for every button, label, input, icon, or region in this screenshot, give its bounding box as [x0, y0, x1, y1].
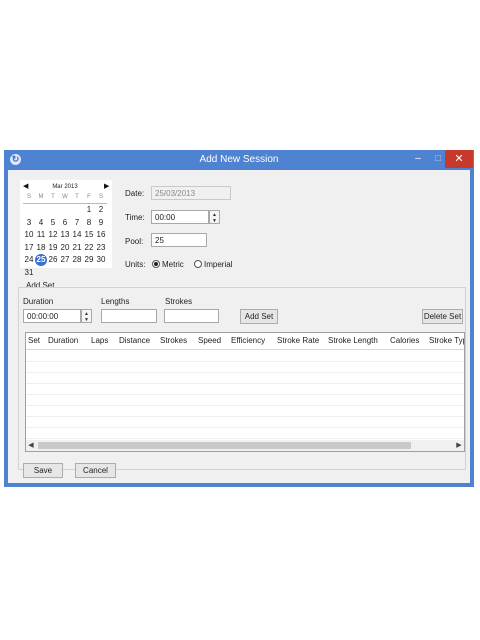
- calendar-day[interactable]: 30: [95, 254, 107, 266]
- pool-field[interactable]: 25: [151, 233, 207, 247]
- delete-set-button[interactable]: Delete Set: [422, 309, 463, 324]
- window-title: Add New Session: [199, 154, 279, 165]
- sets-table-header: Set Duration Laps Distance Strokes Speed Effic…: [26, 333, 464, 350]
- add-session-window: ↻ Add New Session – □ ✕ ◀ Mar 2013 ▶ S M T…: [4, 150, 474, 487]
- calendar-month-label[interactable]: Mar 2013: [45, 184, 85, 190]
- calendar-day[interactable]: 3: [23, 217, 35, 229]
- units-label: Units:: [125, 260, 146, 269]
- calendar-day[interactable]: 15: [83, 229, 95, 241]
- horizontal-scrollbar[interactable]: ◀ ▶: [26, 440, 464, 451]
- calendar-day[interactable]: 7: [71, 217, 83, 229]
- scrollbar-thumb[interactable]: [38, 442, 411, 449]
- calendar-day[interactable]: 14: [71, 229, 83, 241]
- metric-label[interactable]: Metric: [162, 260, 184, 269]
- calendar-weekday: T: [51, 194, 55, 200]
- calendar-day[interactable]: 20: [59, 242, 71, 254]
- calendar-day[interactable]: 16: [95, 229, 107, 241]
- close-button[interactable]: ✕: [445, 150, 473, 168]
- spin-down-icon[interactable]: ▼: [210, 218, 219, 224]
- calendar-day[interactable]: 21: [71, 242, 83, 254]
- add-set-button[interactable]: Add Set: [240, 309, 278, 324]
- calendar-weekday: S: [98, 194, 103, 200]
- calendar-weekday: T: [75, 194, 79, 200]
- calendar-day[interactable]: 26: [47, 254, 59, 266]
- column-header[interactable]: Set: [28, 333, 40, 349]
- column-header[interactable]: Strokes: [160, 333, 187, 349]
- calendar-day[interactable]: 25: [35, 254, 47, 266]
- column-header[interactable]: Duration: [48, 333, 78, 349]
- time-label: Time:: [125, 213, 145, 222]
- month-calendar[interactable]: ◀ Mar 2013 ▶ SMTWTFS 1 2 3 4 5 6 7 8 9 10 11 12 13 14…: [20, 180, 112, 277]
- calendar-weekday-row: SMTWTFS: [23, 194, 107, 204]
- column-header[interactable]: Calories: [390, 333, 419, 349]
- spin-down-icon[interactable]: ▼: [82, 317, 91, 323]
- calendar-day[interactable]: 17: [23, 242, 35, 254]
- lengths-field[interactable]: [101, 309, 157, 323]
- calendar-day[interactable]: 18: [35, 242, 47, 254]
- calendar-day[interactable]: 11: [35, 229, 47, 241]
- calendar-day[interactable]: 1: [83, 204, 95, 216]
- calendar-day[interactable]: 27: [59, 254, 71, 266]
- column-header[interactable]: Stroke Typ: [429, 333, 464, 349]
- column-header[interactable]: Speed: [198, 333, 221, 349]
- sets-table[interactable]: Set Duration Laps Distance Strokes Speed Effic…: [25, 332, 465, 452]
- minimize-button[interactable]: –: [408, 150, 428, 168]
- strokes-label: Strokes: [165, 297, 193, 306]
- time-field[interactable]: 00:00: [151, 210, 209, 224]
- calendar-day[interactable]: 22: [83, 242, 95, 254]
- imperial-radio[interactable]: [194, 260, 202, 268]
- calendar-day[interactable]: 4: [35, 217, 47, 229]
- dialog-body: ◀ Mar 2013 ▶ SMTWTFS 1 2 3 4 5 6 7 8 9 10 11 12 13 14…: [8, 170, 470, 483]
- column-header[interactable]: Stroke Rate: [277, 333, 319, 349]
- duration-field[interactable]: 00:00:00: [23, 309, 81, 323]
- save-button[interactable]: Save: [23, 463, 63, 478]
- calendar-day[interactable]: 29: [83, 254, 95, 266]
- calendar-day[interactable]: 31: [23, 267, 35, 279]
- calendar-weekday: F: [87, 194, 91, 200]
- calendar-weekday: S: [26, 194, 31, 200]
- calendar-day[interactable]: 10: [23, 229, 35, 241]
- metric-radio[interactable]: [152, 260, 160, 268]
- duration-label: Duration: [23, 297, 54, 306]
- calendar-day[interactable]: 9: [95, 217, 107, 229]
- calendar-day[interactable]: 12: [47, 229, 59, 241]
- time-spinner[interactable]: ▲ ▼: [209, 210, 220, 224]
- column-header[interactable]: Efficiency: [231, 333, 265, 349]
- calendar-weekday: W: [62, 194, 68, 200]
- calendar-day[interactable]: 23: [95, 242, 107, 254]
- calendar-day[interactable]: 8: [83, 217, 95, 229]
- imperial-label[interactable]: Imperial: [204, 260, 232, 269]
- calendar-day[interactable]: 28: [71, 254, 83, 266]
- calendar-day[interactable]: 6: [59, 217, 71, 229]
- title-bar[interactable]: ↻ Add New Session – □ ✕: [4, 150, 474, 170]
- strokes-field[interactable]: [164, 309, 219, 323]
- date-field: 25/03/2013: [151, 186, 231, 200]
- calendar-day[interactable]: 24: [23, 254, 35, 266]
- lengths-label: Lengths: [101, 297, 130, 306]
- calendar-day[interactable]: 19: [47, 242, 59, 254]
- date-label: Date:: [125, 189, 145, 198]
- scroll-right-icon[interactable]: ▶: [454, 440, 464, 451]
- column-header[interactable]: Stroke Length: [328, 333, 378, 349]
- calendar-day[interactable]: 5: [47, 217, 59, 229]
- prev-month-icon[interactable]: ◀: [23, 182, 28, 190]
- table-row: [26, 427, 464, 439]
- duration-spinner[interactable]: ▲ ▼: [81, 309, 92, 323]
- pool-label: Pool:: [125, 237, 144, 246]
- column-header[interactable]: Laps: [91, 333, 108, 349]
- calendar-day[interactable]: 2: [95, 204, 107, 216]
- scroll-left-icon[interactable]: ◀: [26, 440, 36, 451]
- column-header[interactable]: Distance: [119, 333, 150, 349]
- calendar-day[interactable]: 13: [59, 229, 71, 241]
- cancel-button[interactable]: Cancel: [75, 463, 116, 478]
- next-month-icon[interactable]: ▶: [104, 182, 109, 190]
- calendar-weekday: M: [38, 194, 44, 200]
